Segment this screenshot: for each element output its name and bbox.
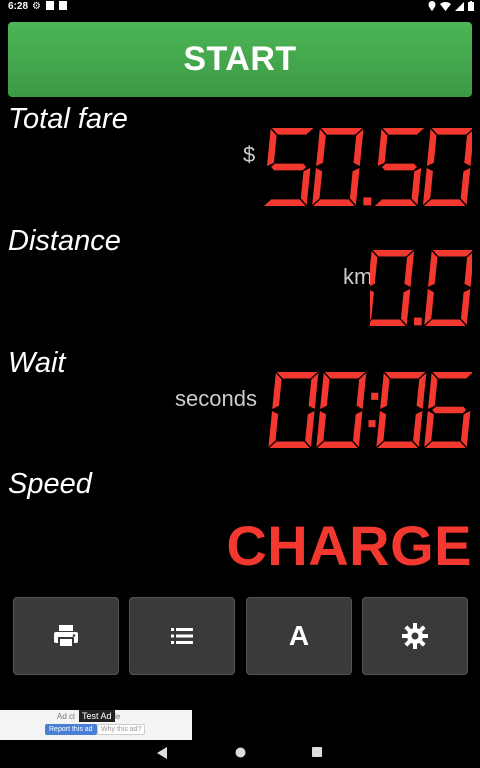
ad-banner[interactable]: Ad cloogle Test Ad Report this ad Why th… xyxy=(0,710,192,740)
led-segment-a xyxy=(372,250,414,257)
led-segment-d xyxy=(269,441,310,448)
settings-notification-icon: ⚙ xyxy=(32,1,41,12)
led-segment-c xyxy=(300,167,311,206)
led-segment-a xyxy=(324,372,366,379)
navigation-bar xyxy=(0,740,480,768)
led-segment-d xyxy=(423,199,466,206)
led-segment-a xyxy=(384,372,426,379)
printer-icon xyxy=(54,625,78,648)
fare-display xyxy=(263,128,472,206)
wait-unit: seconds xyxy=(175,386,257,411)
system-icons xyxy=(428,1,474,11)
font-icon: A xyxy=(288,620,310,651)
led-segment-f xyxy=(380,372,390,410)
led-dot xyxy=(363,197,372,206)
status-bar: 6:28 ⚙ xyxy=(0,0,480,14)
why-this-ad-button[interactable]: Why this ad? xyxy=(97,724,146,735)
led-segment-d xyxy=(263,199,306,206)
led-segment-c xyxy=(411,167,422,206)
gear-icon xyxy=(402,623,428,649)
led-segment-d xyxy=(374,199,417,206)
led-segment-c xyxy=(349,167,360,206)
fare-currency: $ xyxy=(243,142,256,167)
led-segment-c xyxy=(400,288,411,326)
bottom-toolbar: A xyxy=(13,597,468,675)
led-segment-c xyxy=(460,167,471,206)
led-segment-c xyxy=(460,410,471,448)
start-button-label: START xyxy=(183,40,297,78)
led-segment-f xyxy=(370,250,378,287)
distance-label: Distance xyxy=(8,225,121,257)
sd-card-icon xyxy=(58,1,67,10)
led-colon xyxy=(371,392,379,400)
recents-icon[interactable] xyxy=(312,747,322,757)
led-segment-a xyxy=(276,372,318,379)
wifi-icon xyxy=(440,1,451,11)
led-segment-d xyxy=(317,441,358,448)
location-icon xyxy=(428,1,436,11)
settings-button[interactable] xyxy=(362,597,468,675)
wait-label: Wait xyxy=(8,347,66,379)
history-list-button[interactable] xyxy=(129,597,235,675)
led-segment-f xyxy=(320,372,330,410)
led-segment-d xyxy=(425,319,466,326)
led-segment-c xyxy=(353,410,363,448)
led-segment-f xyxy=(316,128,326,167)
speed-value: CHARGE xyxy=(226,514,472,577)
status-time: 6:28 xyxy=(8,1,29,12)
app-notification-icon xyxy=(45,1,54,10)
led-segment-a xyxy=(320,128,363,135)
speed-label: Speed xyxy=(8,468,92,500)
led-segment-f xyxy=(266,128,277,167)
signal-icon xyxy=(455,1,464,11)
list-icon xyxy=(171,628,193,644)
led-segment-g xyxy=(271,163,307,171)
led-segment-f xyxy=(426,128,437,167)
led-segment-a xyxy=(382,128,425,135)
led-segment-c xyxy=(305,410,315,448)
fare-label: Total fare xyxy=(8,103,128,135)
led-segment-f xyxy=(428,250,438,288)
back-icon[interactable] xyxy=(157,747,167,759)
led-segment-d xyxy=(313,199,355,206)
led-segment-c xyxy=(413,410,423,448)
wait-display xyxy=(268,372,472,448)
home-icon[interactable] xyxy=(235,747,246,758)
led-segment-c xyxy=(460,288,471,326)
distance-unit: km xyxy=(343,264,373,289)
led-segment-d xyxy=(377,441,418,448)
font-size-button[interactable]: A xyxy=(246,597,352,675)
test-ad-badge: Test Ad xyxy=(79,710,115,722)
report-ad-button[interactable]: Report this ad xyxy=(45,724,97,735)
led-dot xyxy=(414,317,422,326)
led-segment-f xyxy=(272,372,282,410)
battery-icon xyxy=(468,1,474,11)
led-segment-d xyxy=(425,441,466,448)
led-segment-d xyxy=(370,319,406,326)
led-segment-a xyxy=(432,250,472,257)
distance-display xyxy=(370,250,472,326)
led-segment-a xyxy=(431,128,472,135)
print-button[interactable] xyxy=(13,597,119,675)
led-segment-a xyxy=(432,372,472,379)
led-segment-a xyxy=(271,128,314,135)
start-button[interactable]: START xyxy=(8,22,472,97)
led-segment-g xyxy=(432,406,467,414)
led-segment-g xyxy=(381,163,417,171)
led-segment-f xyxy=(428,372,438,410)
notification-icons: ⚙ xyxy=(32,1,67,12)
led-segment-f xyxy=(377,128,388,167)
led-colon xyxy=(368,420,376,428)
